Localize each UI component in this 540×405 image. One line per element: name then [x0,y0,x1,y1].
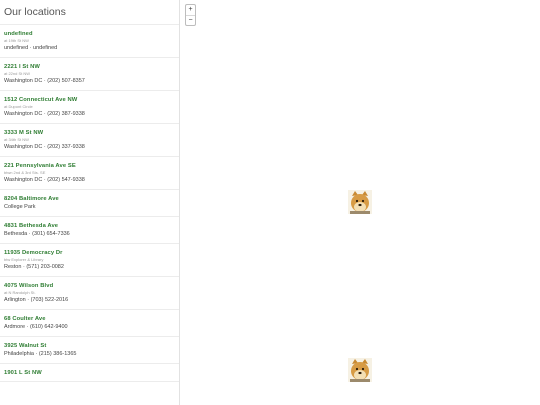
location-item[interactable]: 2221 I St NW at 22nd St NW Washington DC… [0,58,179,91]
map-marker[interactable] [348,358,372,382]
map-canvas[interactable]: + − [181,0,540,405]
location-item[interactable]: 4075 Wilson Blvd at N Randolph St. Arlin… [0,277,179,310]
zoom-in-button[interactable]: + [186,5,195,15]
map-marker[interactable] [348,190,372,214]
location-name[interactable]: 1512 Connecticut Ave NW [4,96,179,104]
location-name[interactable]: 3333 M St NW [4,129,179,137]
location-city-phone: Bethesda · (301) 654-7336 [4,231,70,237]
location-city-phone: Ardmore · (610) 642-9400 [4,324,68,330]
location-city-phone: Arlington · (703) 522-2016 [4,297,69,303]
locations-app: Our locations undefined at 19th St NW un… [0,0,540,405]
location-city-phone: Philadelphia · (215) 386-1365 [4,351,77,357]
location-item[interactable]: 1512 Connecticut Ave NW at Dupont Circle… [0,91,179,124]
doge-marker-icon [348,358,372,382]
sidebar-title: Our locations [0,0,179,25]
location-name[interactable]: 221 Pennsylvania Ave SE [4,162,179,170]
zoom-control: + − [185,4,196,26]
location-city-phone: undefined · undefined [4,45,58,51]
location-item[interactable]: 3925 Walnut St Philadelphia · (215) 386-… [0,337,179,364]
location-name[interactable]: 2221 I St NW [4,63,179,71]
location-name[interactable]: 3925 Walnut St [4,342,179,350]
location-city-phone: Washington DC · (202) 387-9338 [4,111,85,117]
location-item[interactable]: 3333 M St NW at 34th St NW Washington DC… [0,124,179,157]
location-item[interactable]: 68 Coulter Ave Ardmore · (610) 642-9400 [0,310,179,337]
location-name[interactable]: 8204 Baltimore Ave [4,195,179,203]
location-name[interactable]: 68 Coulter Ave [4,315,179,323]
location-name[interactable]: 4831 Bethesda Ave [4,222,179,230]
location-name[interactable]: 1901 L St NW [4,369,179,377]
location-city-phone: Washington DC · (202) 337-9338 [4,144,85,150]
location-name[interactable]: 11935 Democracy Dr [4,249,179,257]
locations-sidebar: Our locations undefined at 19th St NW un… [0,0,180,405]
location-city-phone: Washington DC · (202) 547-9338 [4,177,85,183]
location-item[interactable]: 4831 Bethesda Ave Bethesda · (301) 654-7… [0,217,179,244]
doge-marker-icon [348,190,372,214]
location-name[interactable]: undefined [4,30,179,38]
location-item[interactable]: 1901 L St NW [0,364,179,382]
location-city-phone: Reston · (571) 203-0082 [4,264,64,270]
location-item[interactable]: 8204 Baltimore Ave College Park [0,190,179,217]
location-city-phone: College Park [4,204,36,210]
location-item[interactable]: 221 Pennsylvania Ave SE btwn 2nd & 3rd S… [0,157,179,190]
zoom-out-button[interactable]: − [186,15,195,25]
location-name[interactable]: 4075 Wilson Blvd [4,282,179,290]
location-city-phone: Washington DC · (202) 507-8357 [4,78,85,84]
location-item[interactable]: 11935 Democracy Dr btw Explorer & Librar… [0,244,179,277]
location-item[interactable]: undefined at 19th St NW undefined · unde… [0,25,179,58]
